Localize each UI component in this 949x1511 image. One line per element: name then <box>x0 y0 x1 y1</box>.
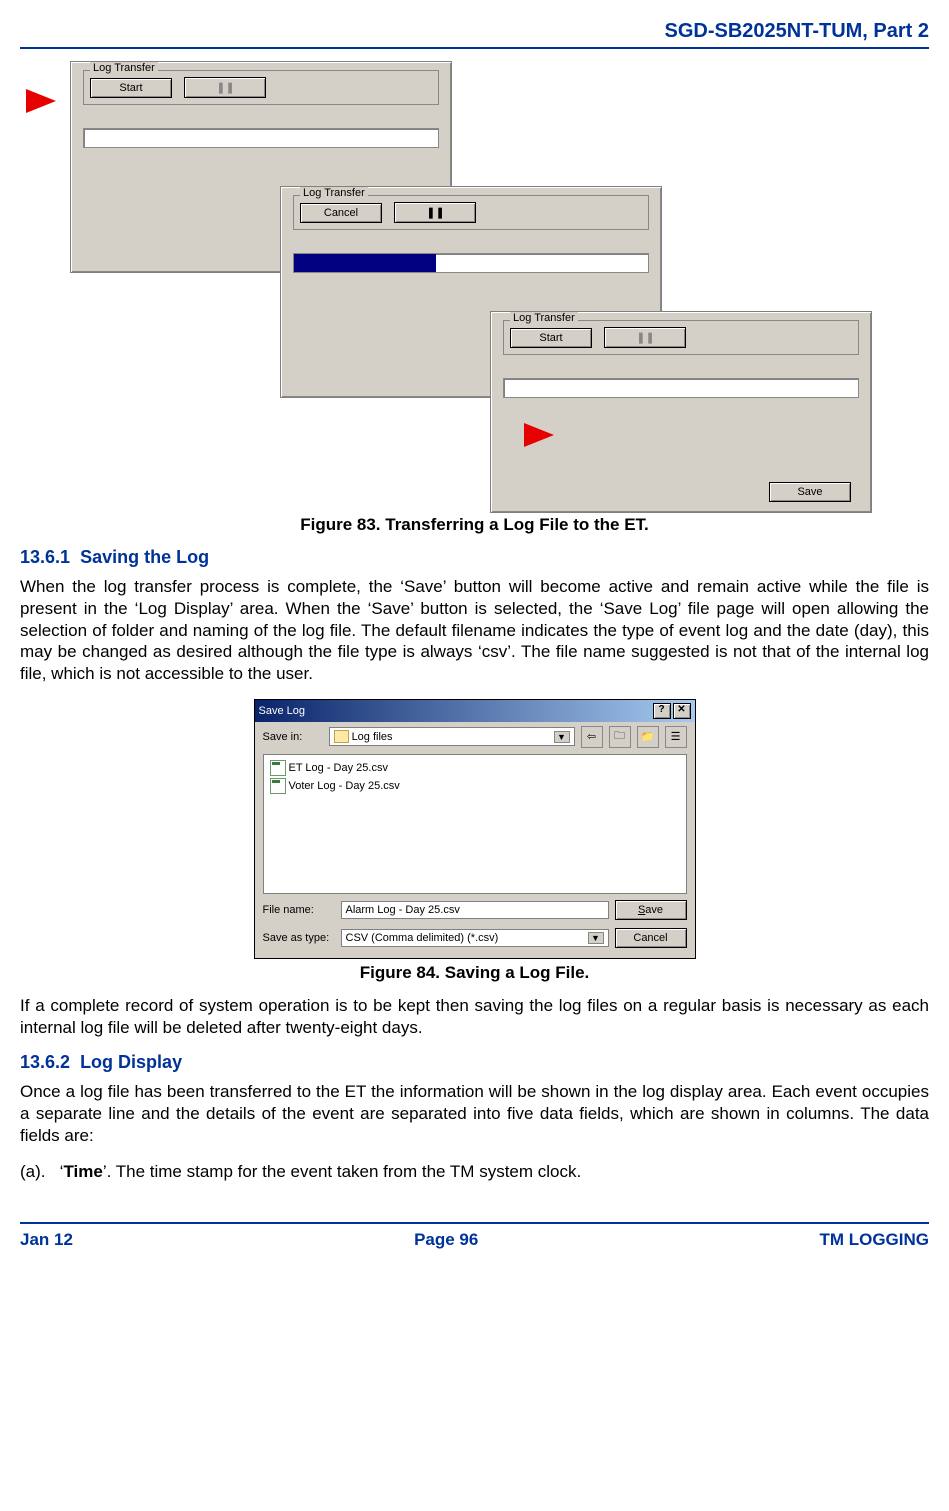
log-transfer-panel-3: Log Transfer Start ❚❚ Save <box>490 311 872 513</box>
list-item[interactable]: Voter Log - Day 25.csv <box>268 777 682 795</box>
folder-combo[interactable]: Log files ▼ <box>329 727 575 746</box>
view-menu-icon[interactable]: ☰ <box>665 726 687 748</box>
back-icon[interactable]: ⇦ <box>581 726 603 748</box>
section-heading: 13.6.1 Saving the Log <box>20 547 929 568</box>
title-bar: Save Log ? ✕ <box>255 700 695 722</box>
pause-button[interactable]: ❚❚ <box>604 327 686 348</box>
section-heading: 13.6.2 Log Display <box>20 1052 929 1073</box>
file-icon <box>270 760 286 776</box>
start-button[interactable]: Start <box>90 78 172 98</box>
save-in-label: Save in: <box>263 731 323 743</box>
pause-button[interactable]: ❚❚ <box>184 77 266 98</box>
groupbox-label: Log Transfer <box>510 312 578 324</box>
file-list[interactable]: ET Log - Day 25.csv Voter Log - Day 25.c… <box>263 754 687 894</box>
pause-button[interactable]: ❚❚ <box>394 202 476 223</box>
save-type-label: Save as type: <box>263 932 335 944</box>
chevron-down-icon[interactable]: ▼ <box>588 932 604 944</box>
arrow-icon <box>26 89 56 113</box>
progress-bar <box>293 253 649 273</box>
arrow-icon <box>524 423 554 447</box>
footer-page: Page 96 <box>414 1230 478 1250</box>
body-text: Once a log file has been transferred to … <box>20 1081 929 1146</box>
groupbox-label: Log Transfer <box>300 187 368 199</box>
footer-section: TM LOGGING <box>819 1230 929 1250</box>
groupbox-label: Log Transfer <box>90 62 158 74</box>
page-footer: Jan 12 Page 96 TM LOGGING <box>20 1222 929 1250</box>
figure-caption: Figure 83. Transferring a Log File to th… <box>20 515 929 535</box>
save-button[interactable]: Save <box>769 482 851 502</box>
new-folder-icon[interactable]: 📁 <box>637 726 659 748</box>
body-text: When the log transfer process is complet… <box>20 576 929 685</box>
chevron-down-icon[interactable]: ▼ <box>554 731 570 743</box>
up-folder-icon[interactable]: 🗀 <box>609 726 631 748</box>
footer-date: Jan 12 <box>20 1230 73 1250</box>
help-button[interactable]: ? <box>653 703 671 719</box>
filename-label: File name: <box>263 904 335 916</box>
start-button[interactable]: Start <box>510 328 592 348</box>
list-item-a: (a). ‘Time’. The time stamp for the even… <box>20 1161 929 1183</box>
figure-caption: Figure 84. Saving a Log File. <box>20 963 929 983</box>
cancel-button[interactable]: Cancel <box>300 203 382 223</box>
figure-83: Log Transfer Start ❚❚ Save Log Transfer … <box>20 61 929 511</box>
doc-header: SGD-SB2025NT-TUM, Part 2 <box>20 20 929 49</box>
cancel-button[interactable]: Cancel <box>615 928 687 948</box>
progress-bar <box>83 128 439 148</box>
progress-bar <box>503 378 859 398</box>
body-text: If a complete record of system operation… <box>20 995 929 1039</box>
folder-icon <box>334 730 349 743</box>
save-log-dialog: Save Log ? ✕ Save in: Log files ▼ ⇦ 🗀 📁 … <box>254 699 696 959</box>
filename-input[interactable]: Alarm Log - Day 25.csv <box>341 901 609 919</box>
save-button[interactable]: Save <box>615 900 687 920</box>
dialog-title: Save Log <box>259 705 305 717</box>
file-type-combo[interactable]: CSV (Comma delimited) (*.csv) ▼ <box>341 929 609 947</box>
close-button[interactable]: ✕ <box>673 703 691 719</box>
list-item[interactable]: ET Log - Day 25.csv <box>268 759 682 777</box>
file-icon <box>270 778 286 794</box>
